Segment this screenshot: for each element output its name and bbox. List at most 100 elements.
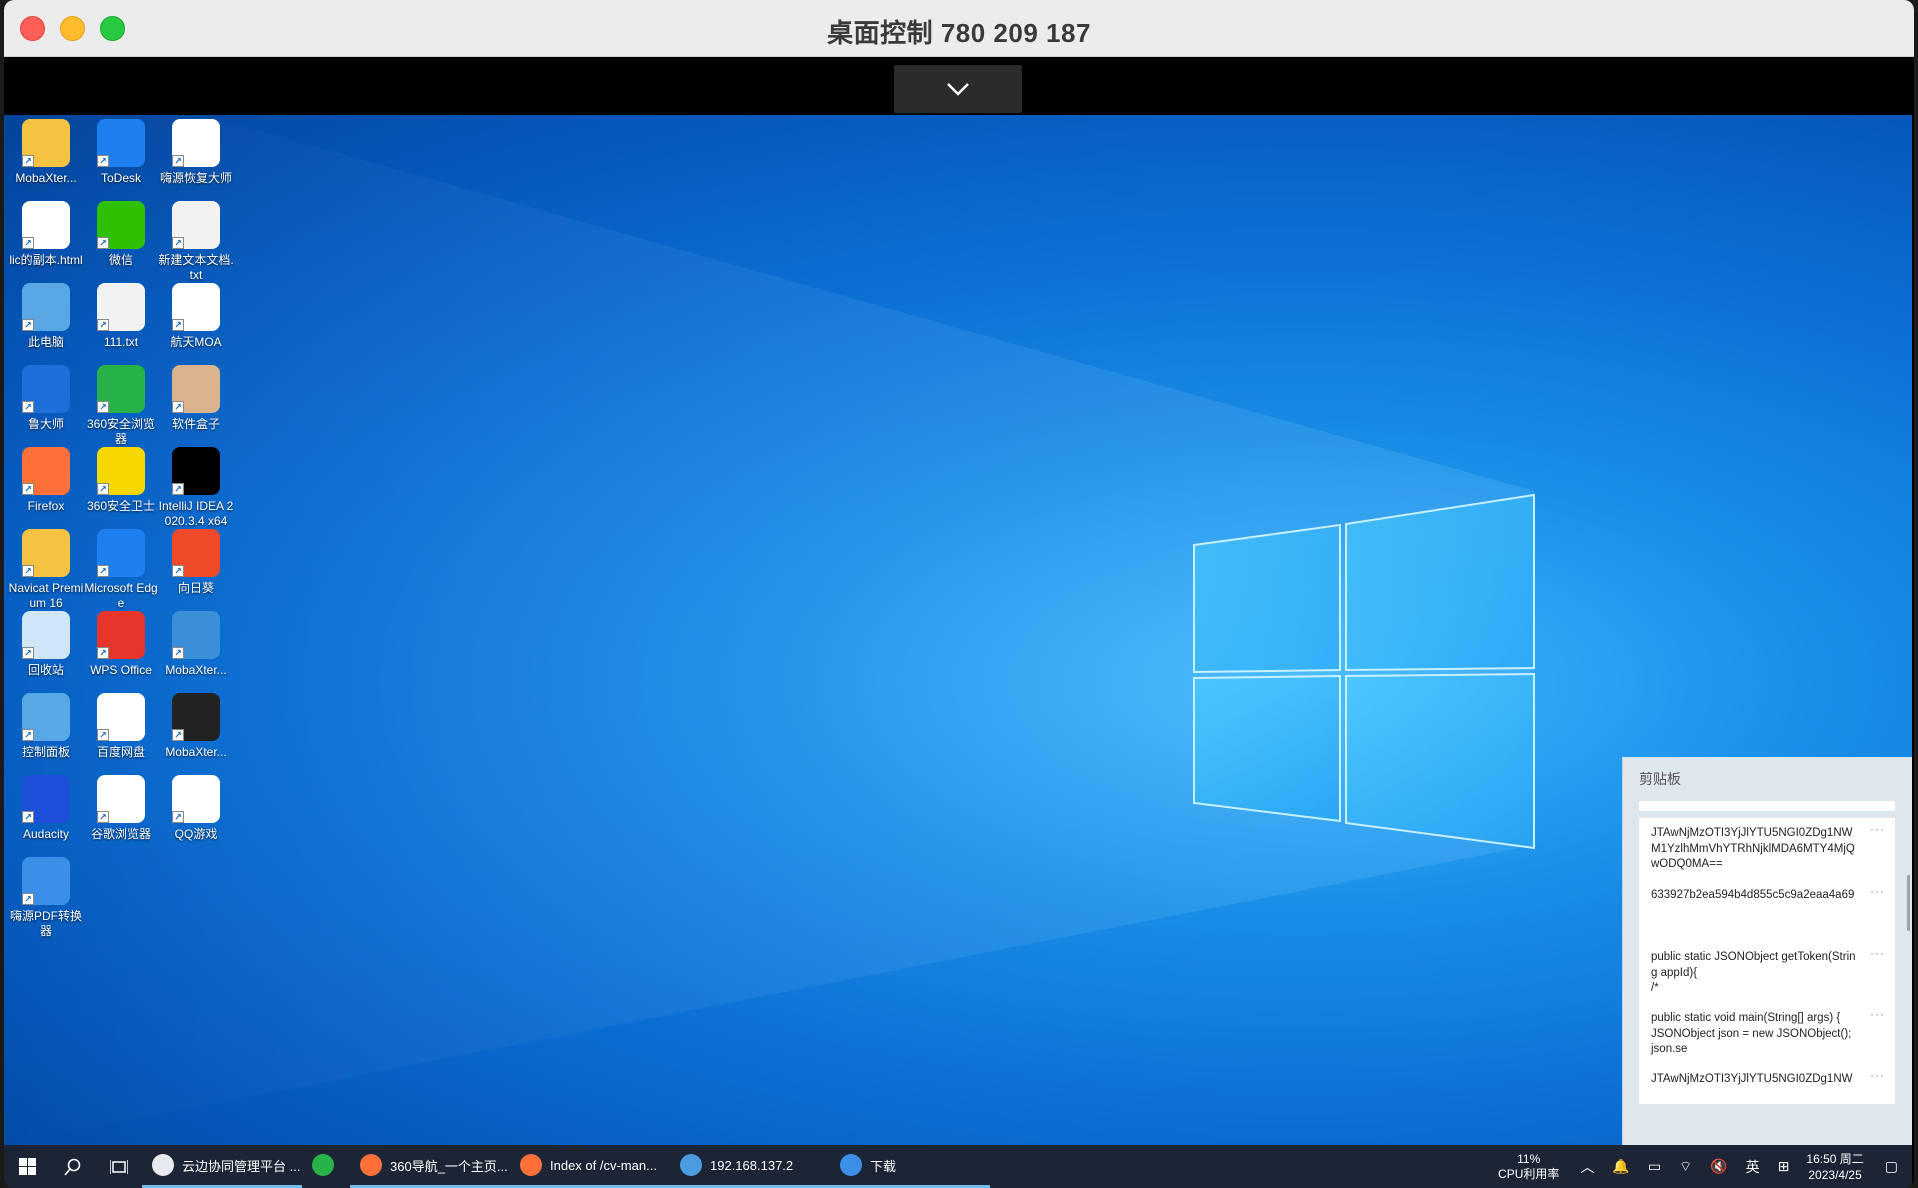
toolbar-expand-button[interactable] — [894, 65, 1022, 113]
shortcut-arrow-icon: ↗ — [172, 483, 184, 495]
taskbar-app-label: 云边协同管理平台 ... — [182, 1158, 301, 1174]
more-options-icon[interactable]: ··· — [1870, 822, 1885, 838]
clipboard-item-text: JTAwNjMzOTI3YjJlYTU5NGI0ZDg1NW — [1651, 1073, 1853, 1085]
ime-indicator[interactable]: 英 — [1746, 1157, 1760, 1177]
shortcut-arrow-icon: ↗ — [22, 483, 34, 495]
shortcut-arrow-icon: ↗ — [22, 647, 34, 659]
clipboard-item-partial[interactable] — [1639, 801, 1895, 811]
more-options-icon[interactable]: ··· — [1870, 946, 1885, 962]
shortcut-arrow-icon: ↗ — [97, 401, 109, 413]
navicat-icon: ↗ — [22, 529, 70, 577]
search-button[interactable] — [50, 1145, 96, 1188]
360-guard-icon: ↗ — [97, 447, 145, 495]
clipboard-title: 剪贴板 — [1639, 771, 1681, 787]
ime-mode-icon[interactable]: ⊞ — [1778, 1158, 1790, 1175]
volume-muted-icon[interactable]: 🔇 — [1710, 1158, 1727, 1175]
shortcut-arrow-icon: ↗ — [97, 565, 109, 577]
clipboard-item[interactable]: 633927b2ea594b4d855c5c9a2eaa4a69 ··· — [1639, 880, 1895, 948]
desktop-icon-label: QQ游戏 — [174, 827, 218, 841]
shortcut-arrow-icon: ↗ — [172, 237, 184, 249]
shortcut-arrow-icon: ↗ — [22, 729, 34, 741]
shortcut-arrow-icon: ↗ — [22, 319, 34, 331]
wechat-icon: ↗ — [97, 201, 145, 249]
chevron-down-icon — [947, 83, 969, 96]
taskbar-app[interactable]: 下载 — [830, 1145, 990, 1188]
taskbar-app[interactable]: 云边协同管理平台 ... — [142, 1145, 302, 1188]
battery-icon[interactable]: ▭ — [1648, 1158, 1661, 1175]
more-options-icon[interactable]: ··· — [1870, 884, 1885, 900]
clipboard-item[interactable]: public static void main(String[] args) {… — [1639, 1003, 1895, 1071]
wifi-icon[interactable]: ⌔ — [1679, 1158, 1692, 1176]
cpu-label: CPU利用率 — [1498, 1166, 1560, 1181]
desktop-icon-label: Firefox — [27, 499, 65, 513]
taskbar-app[interactable]: Index of /cv-man... — [510, 1145, 670, 1188]
clock[interactable]: 16:50 周二 2023/4/25 — [1806, 1151, 1863, 1183]
shortcut-arrow-icon: ↗ — [22, 401, 34, 413]
shortcut-arrow-icon: ↗ — [172, 729, 184, 741]
desktop-icon-label: ToDesk — [100, 171, 141, 185]
more-options-icon[interactable]: ··· — [1870, 1068, 1885, 1084]
desktop-icon[interactable]: ↗ 谷歌浏览器 — [83, 775, 159, 875]
clipboard-item[interactable]: JTAwNjMzOTI3YjJlYTU5NGI0ZDg1NWM1YzlhMmVh… — [1639, 818, 1895, 886]
todesk-icon: ↗ — [97, 119, 145, 167]
zip-archive-icon: ↗ — [172, 611, 220, 659]
clipboard-item[interactable]: public static JSONObject getToken(String… — [1639, 942, 1895, 1010]
shortcut-arrow-icon: ↗ — [172, 811, 184, 823]
notification-bell-icon[interactable]: 🔔 — [1612, 1158, 1629, 1175]
clipboard-item-text: 633927b2ea594b4d855c5c9a2eaa4a69 — [1651, 889, 1855, 901]
ludashi-icon: ↗ — [22, 365, 70, 413]
cpu-usage[interactable]: 11% CPU利用率 — [1498, 1152, 1559, 1182]
shortcut-arrow-icon: ↗ — [172, 319, 184, 331]
taskbar-app[interactable]: 192.168.137.2 — [670, 1145, 830, 1188]
taskbar-app[interactable]: 360导航_一个主页... — [350, 1145, 510, 1188]
text-file-icon: ↗ — [172, 201, 220, 249]
desktop-icon-label: 控制面板 — [21, 745, 70, 759]
desktop-icon-label: Microsoft Edge — [84, 581, 158, 610]
action-center-icon[interactable]: ▢ — [1885, 1158, 1898, 1175]
title-bar: 桌面控制 780 209 187 — [4, 0, 1914, 57]
html-file-icon: ↗ — [22, 201, 70, 249]
clipboard-item-text: public static JSONObject getToken(String… — [1651, 951, 1856, 994]
clock-time: 16:50 周二 — [1806, 1151, 1864, 1166]
sunflower-icon: ↗ — [172, 529, 220, 577]
qq-game-icon: ↗ — [172, 775, 220, 823]
desktop-icon-label: 百度网盘 — [96, 745, 145, 759]
desktop-icon-label: Navicat Premium 16 — [8, 581, 84, 610]
cpu-percent: 11% — [1517, 1151, 1541, 1166]
clipboard-item[interactable]: JTAwNjMzOTI3YjJlYTU5NGI0ZDg1NW ··· — [1639, 1064, 1895, 1104]
clipboard-scrollbar[interactable] — [1907, 875, 1910, 931]
firefox-icon: ↗ — [22, 447, 70, 495]
desktop-icon[interactable]: ↗ QQ游戏 — [158, 775, 234, 875]
edge-icon: ↗ — [97, 529, 145, 577]
control-panel-icon: ↗ — [22, 693, 70, 741]
windows-start-icon — [18, 1158, 36, 1175]
text-file-icon: ↗ — [97, 283, 145, 331]
desktop-icon-label: 新建文本文档.txt — [158, 253, 234, 282]
remote-toolbar — [4, 57, 1914, 115]
shortcut-arrow-icon: ↗ — [22, 155, 34, 167]
start-button[interactable] — [4, 1145, 50, 1188]
taskbar-app-label: 360导航_一个主页... — [390, 1158, 508, 1174]
task-view-button[interactable] — [96, 1145, 142, 1188]
desktop-icon-label: lic的副本.html — [9, 253, 83, 267]
more-options-icon[interactable]: ··· — [1870, 1007, 1885, 1023]
chrome-icon — [152, 1154, 174, 1176]
shortcut-arrow-icon: ↗ — [22, 893, 34, 905]
desktop-icon-label: MobaXter... — [165, 745, 227, 759]
window-title: 桌面控制 780 209 187 — [827, 18, 1091, 48]
desktop-icon-label: 航天MOA — [170, 335, 222, 349]
desktop-icon-label: 谷歌浏览器 — [90, 827, 151, 841]
taskbar-app[interactable] — [302, 1145, 350, 1188]
shortcut-arrow-icon: ↗ — [22, 237, 34, 249]
recycle-bin-icon: ↗ — [22, 611, 70, 659]
desktop-icon[interactable]: ↗ 嗨源PDF转换器 — [8, 857, 84, 957]
desktop-icon-label: 111.txt — [103, 335, 139, 349]
pdf-converter-icon: ↗ — [22, 857, 70, 905]
taskbar-app-label: 下载 — [870, 1158, 897, 1174]
wps-icon: ↗ — [97, 611, 145, 659]
show-hidden-icons-icon[interactable]: ︿ — [1580, 1157, 1594, 1177]
desktop-icon-label: 360安全卫士 — [86, 499, 156, 513]
shortcut-arrow-icon: ↗ — [172, 565, 184, 577]
shortcut-arrow-icon: ↗ — [97, 319, 109, 331]
desktop-icon-label: 微信 — [108, 253, 133, 267]
